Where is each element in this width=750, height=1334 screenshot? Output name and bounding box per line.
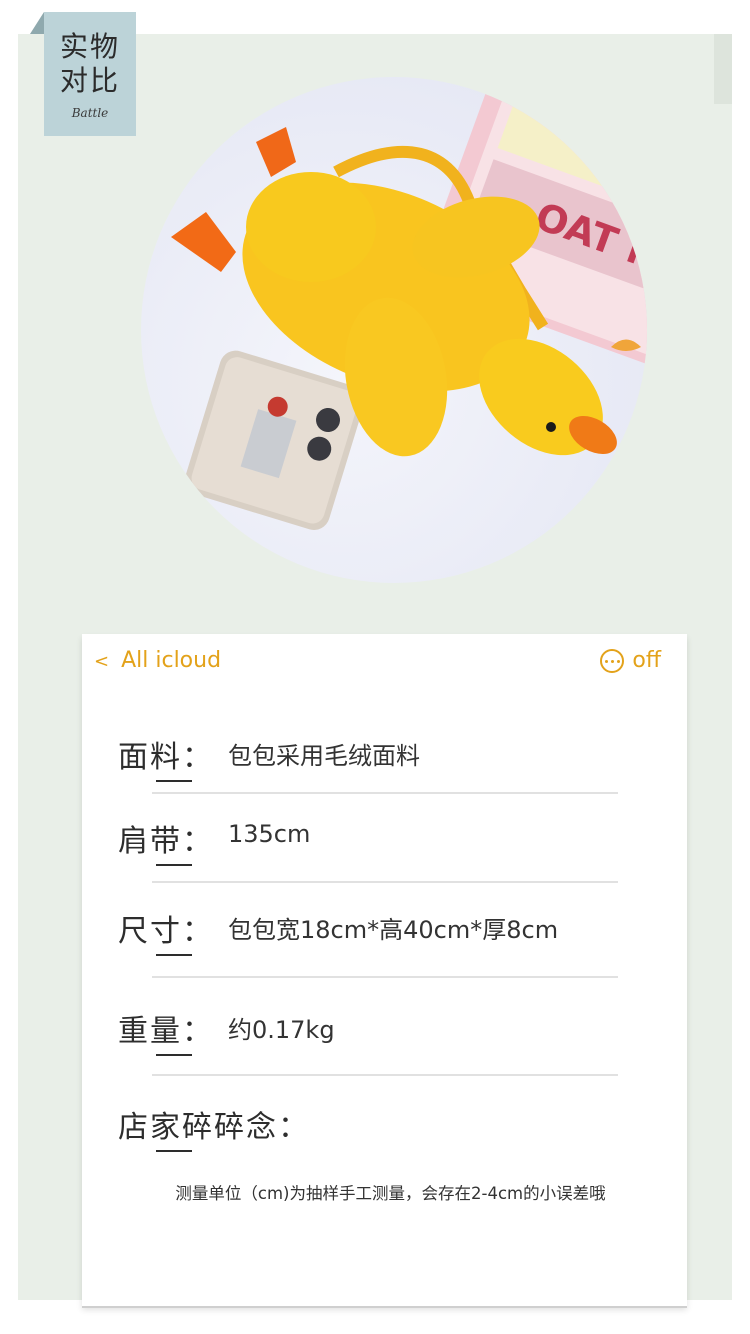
spec-row-material: 面料： 包包采用毛绒面料 [118, 732, 667, 782]
spec-row-shop-note: 店家碎碎念： [118, 1102, 667, 1152]
product-photo: OAT M [141, 77, 647, 583]
card-header: < All icloud off [82, 644, 687, 680]
divider [152, 1074, 618, 1076]
spec-label: 重量： [118, 1006, 214, 1056]
measurement-note: 测量单位（cm)为抽样手工测量，会存在2-4cm的小误差哦 [175, 1184, 606, 1203]
back-link-label: All icloud [121, 648, 222, 673]
spec-label: 肩带： [118, 816, 214, 866]
duck-bag-illustration: OAT M [171, 77, 647, 530]
spec-row-strap: 肩带： 135cm [118, 816, 667, 866]
spec-label: 尺寸： [118, 906, 214, 956]
spec-value: 包包采用毛绒面料 [228, 742, 420, 770]
more-dots-icon [600, 649, 625, 673]
menu-button[interactable]: off [600, 648, 661, 673]
spec-value: 包包宽18cm*高40cm*厚8cm [228, 916, 559, 944]
divider [152, 881, 618, 883]
chevron-left-icon: < [94, 651, 110, 672]
spec-row-weight: 重量： 约0.17kg [118, 1006, 667, 1056]
divider [152, 792, 618, 794]
spec-card: < All icloud off 面料： 包包采用毛绒面料 肩带： 135cm 尺… [82, 634, 687, 1306]
comparison-tag: 实物 对比 Battle [44, 12, 136, 136]
tag-title: 实物 对比 [59, 30, 120, 97]
spec-row-size: 尺寸： 包包宽18cm*高40cm*厚8cm [118, 906, 667, 956]
spec-value: 约0.17kg [228, 1016, 335, 1044]
menu-button-label: off [632, 648, 661, 673]
spec-label: 店家碎碎念： [118, 1102, 310, 1152]
back-link[interactable]: < All icloud [94, 648, 221, 673]
tag-fold [30, 12, 44, 34]
page-background-accent [714, 34, 732, 104]
spec-value: 135cm [228, 820, 311, 848]
tag-subtitle: Battle [71, 106, 109, 120]
spec-label: 面料： [118, 732, 214, 782]
divider [152, 976, 618, 978]
